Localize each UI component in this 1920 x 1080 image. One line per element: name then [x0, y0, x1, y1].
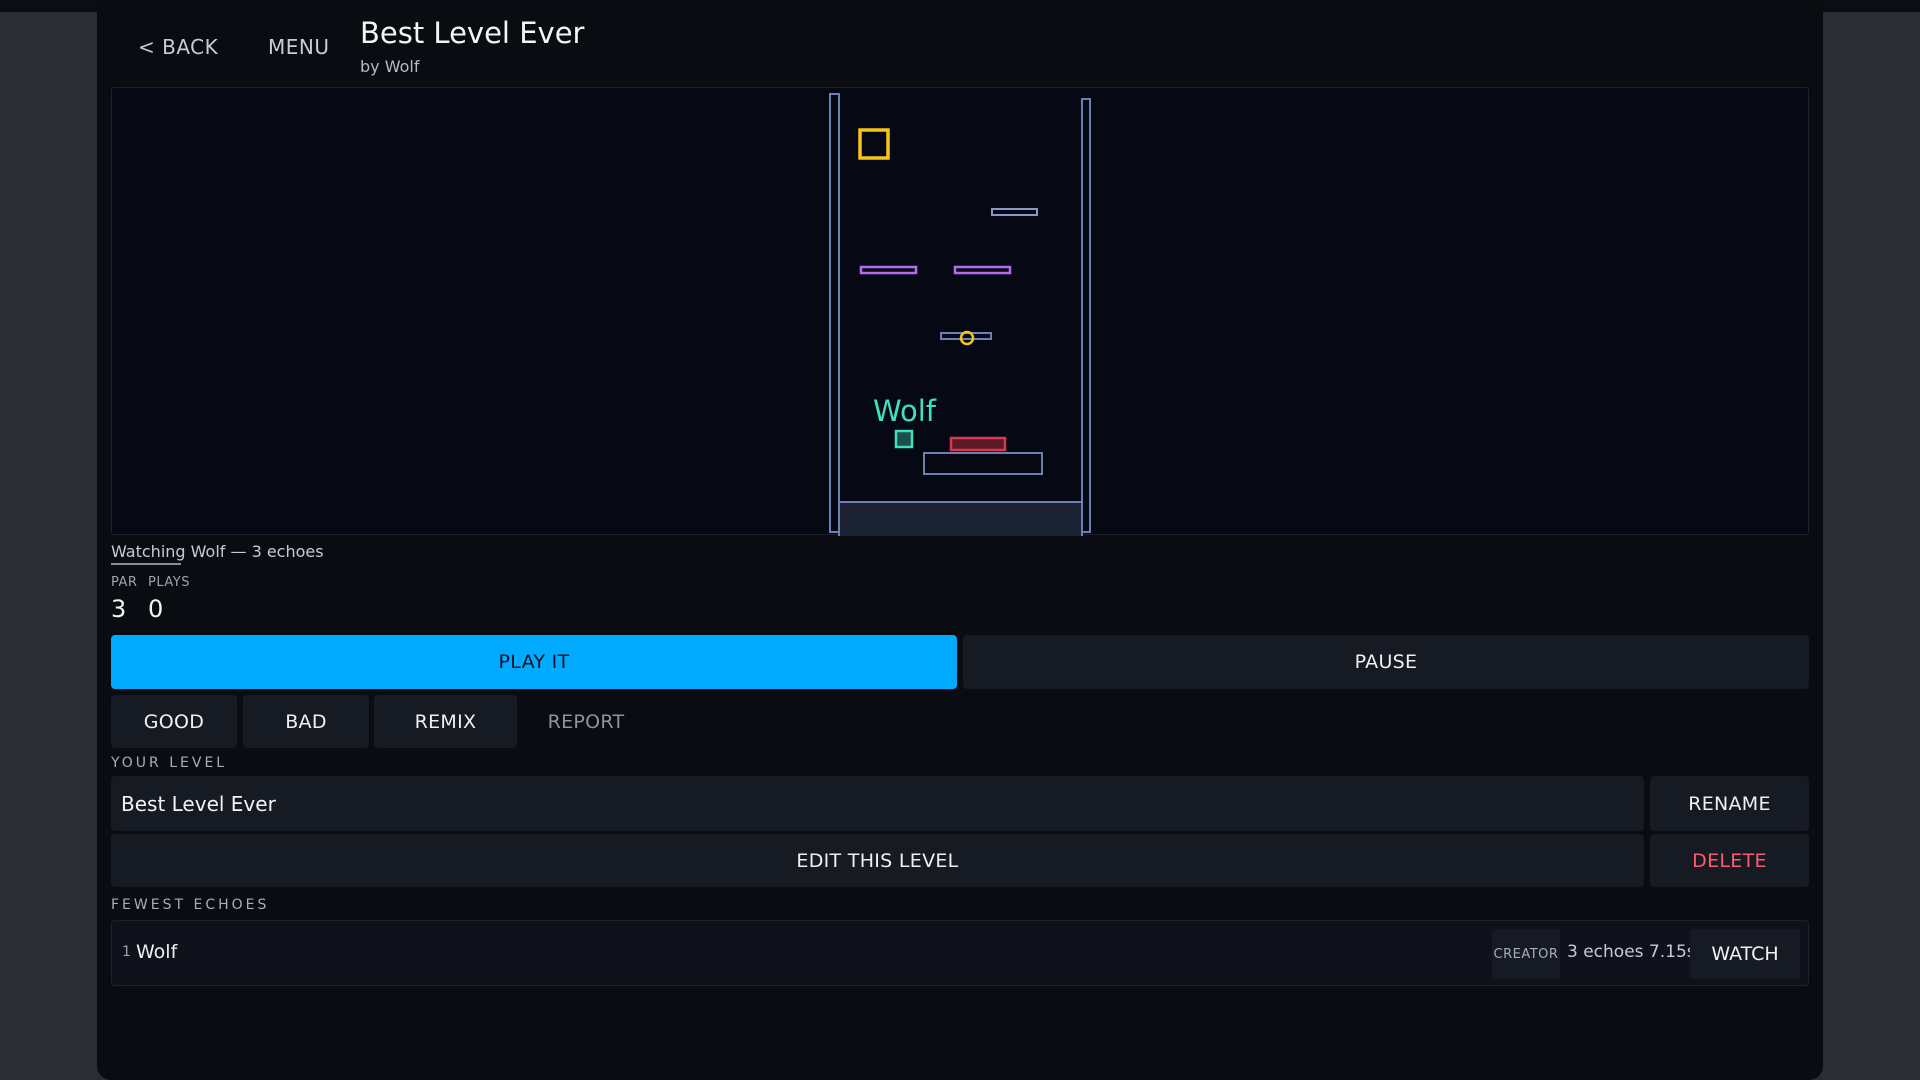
level-title: Best Level Ever [360, 16, 585, 50]
level-name-input[interactable] [111, 776, 1644, 831]
par-label: PAR [111, 575, 138, 590]
fewest-echoes-heading: FEWEST ECHOES [111, 897, 270, 913]
menu-button[interactable]: MENU [268, 35, 330, 59]
bounce-platform-right [953, 265, 1012, 275]
remix-button[interactable]: REMIX [374, 695, 517, 748]
pause-button[interactable]: PAUSE [963, 635, 1809, 689]
platform-lower [923, 452, 1043, 475]
leaderboard-player-name: Wolf [136, 941, 178, 963]
delete-button[interactable]: DELETE [1650, 834, 1809, 887]
back-button[interactable]: < BACK [138, 35, 218, 59]
left-wall [829, 93, 840, 533]
right-wall [1081, 98, 1091, 533]
leaderboard-rank: 1 [122, 944, 131, 960]
hazard-block [949, 436, 1007, 452]
report-button[interactable]: REPORT [523, 695, 649, 748]
par-value: 3 [111, 595, 127, 623]
player-label: Wolf [873, 394, 937, 428]
leaderboard-row: 1 Wolf CREATOR 3 echoes 7.15s WATCH [111, 920, 1809, 986]
game-stage[interactable]: Wolf [111, 87, 1809, 536]
bad-button[interactable]: BAD [243, 695, 369, 748]
creator-badge: CREATOR [1492, 929, 1560, 979]
leaderboard-stats: 3 echoes 7.15s [1567, 942, 1696, 962]
goal-square [858, 128, 890, 160]
floor-block [838, 501, 1083, 536]
plays-label: PLAYS [148, 575, 190, 590]
plays-value: 0 [148, 595, 164, 623]
your-level-heading: YOUR LEVEL [111, 755, 228, 771]
platform-upper [991, 208, 1038, 216]
level-author: by Wolf [360, 57, 420, 76]
play-button[interactable]: PLAY IT [111, 635, 957, 689]
replay-progress [111, 563, 181, 565]
player [894, 429, 914, 449]
rename-button[interactable]: RENAME [1650, 776, 1809, 831]
level-canvas: Wolf [829, 93, 1091, 536]
watching-status: Watching Wolf — 3 echoes [111, 542, 324, 561]
bounce-platform-left [859, 265, 918, 275]
edit-level-button[interactable]: EDIT THIS LEVEL [111, 834, 1644, 887]
platform-middle [940, 332, 992, 340]
good-button[interactable]: GOOD [111, 695, 237, 748]
watch-button[interactable]: WATCH [1690, 929, 1800, 979]
